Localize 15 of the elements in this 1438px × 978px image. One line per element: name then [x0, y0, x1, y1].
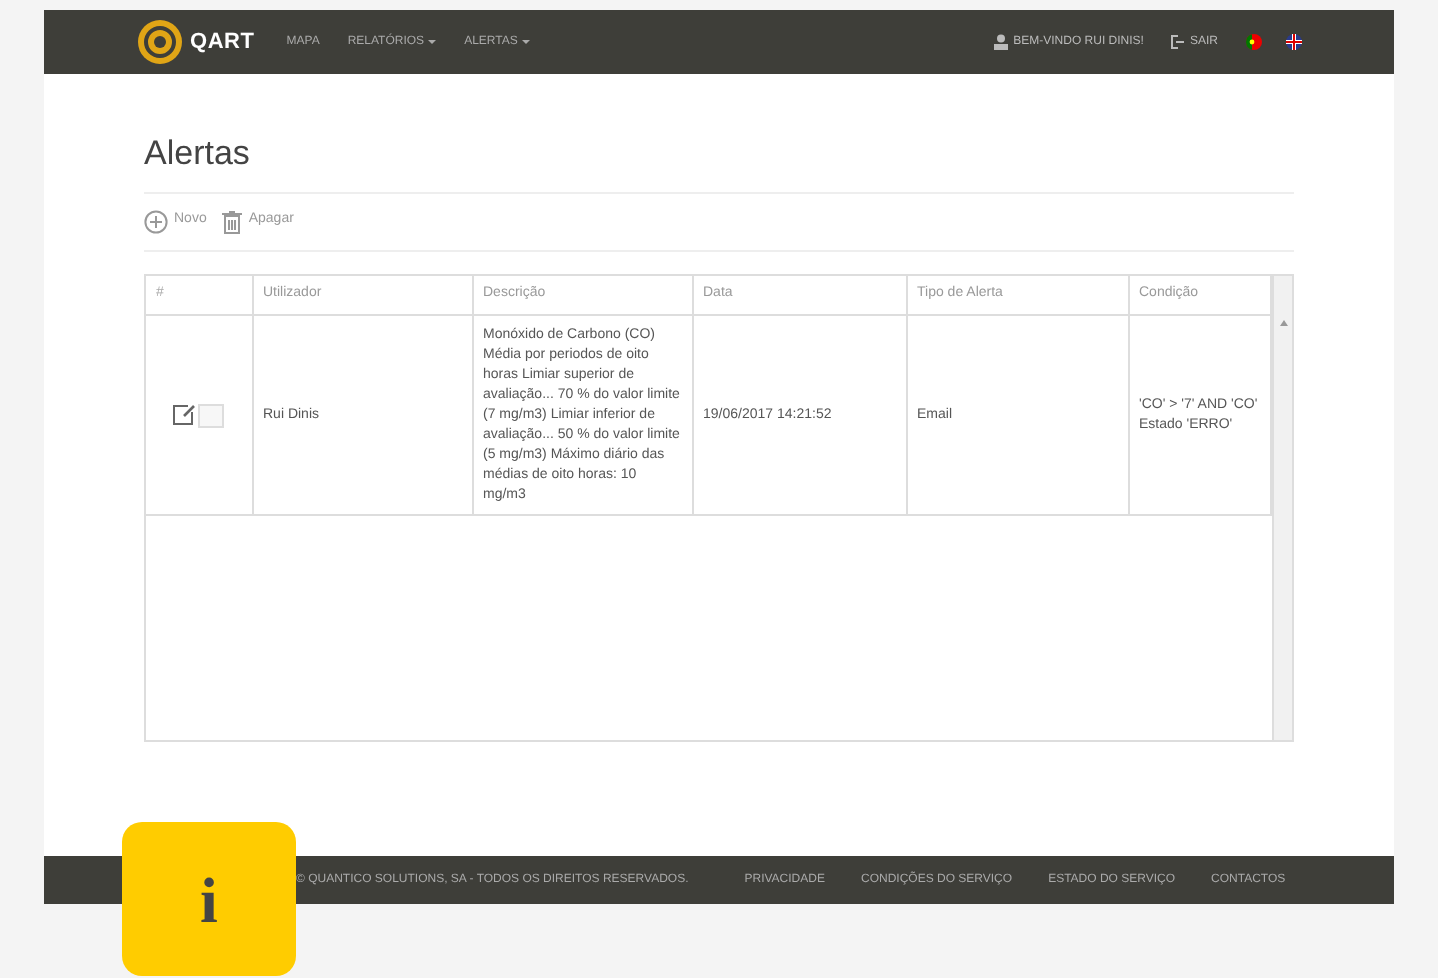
info-badge[interactable]: i — [122, 822, 296, 976]
page-title: Alertas — [144, 128, 1294, 193]
user-icon — [993, 34, 1008, 50]
plus-circle-icon — [144, 209, 168, 233]
portugal-flag-icon[interactable] — [1246, 34, 1262, 50]
caret-icon — [428, 40, 437, 44]
uk-flag-icon[interactable] — [1286, 34, 1302, 50]
logout-icon — [1167, 34, 1184, 50]
row-checkbox[interactable] — [198, 403, 225, 427]
logo-text: QART — [190, 27, 255, 58]
caret-icon — [521, 40, 530, 44]
trash-icon — [222, 209, 243, 233]
edit-icon[interactable] — [172, 404, 197, 426]
scrollbar[interactable] — [1272, 275, 1292, 739]
logo-icon — [136, 18, 184, 66]
